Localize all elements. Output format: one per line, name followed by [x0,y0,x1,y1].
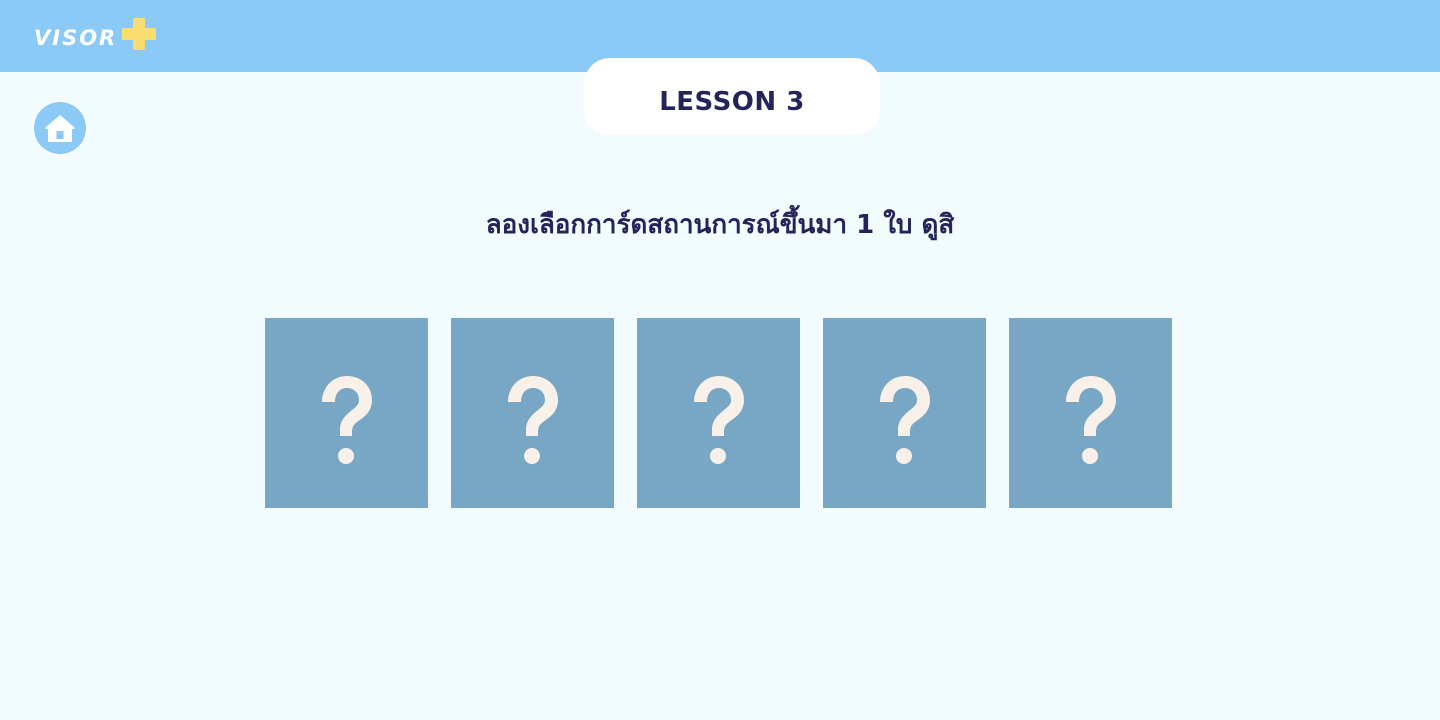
question-mark-icon [693,376,744,464]
instruction-text: ลองเลือกการ์ดสถานการณ์ขึ้นมา 1 ใบ ดูสิ [485,210,955,240]
scenario-cards [265,318,1172,508]
question-mark-icon [879,376,930,464]
scenario-card-4[interactable] [823,318,986,508]
scenario-card-3[interactable] [637,318,800,508]
home-button[interactable] [34,102,86,154]
plus-icon [122,18,157,50]
lesson-title: LESSON 3 [659,86,805,117]
scenario-card-5[interactable] [1009,318,1172,508]
visor-logo[interactable]: VISOR [34,16,157,56]
lesson-header: LESSON 3 [584,58,880,135]
scenario-card-2[interactable] [451,318,614,508]
question-mark-icon [1065,376,1116,464]
question-mark-icon [321,376,372,464]
question-mark-icon [507,376,558,464]
scenario-card-1[interactable] [265,318,428,508]
logo-text: VISOR [34,25,118,50]
home-icon [45,115,75,142]
